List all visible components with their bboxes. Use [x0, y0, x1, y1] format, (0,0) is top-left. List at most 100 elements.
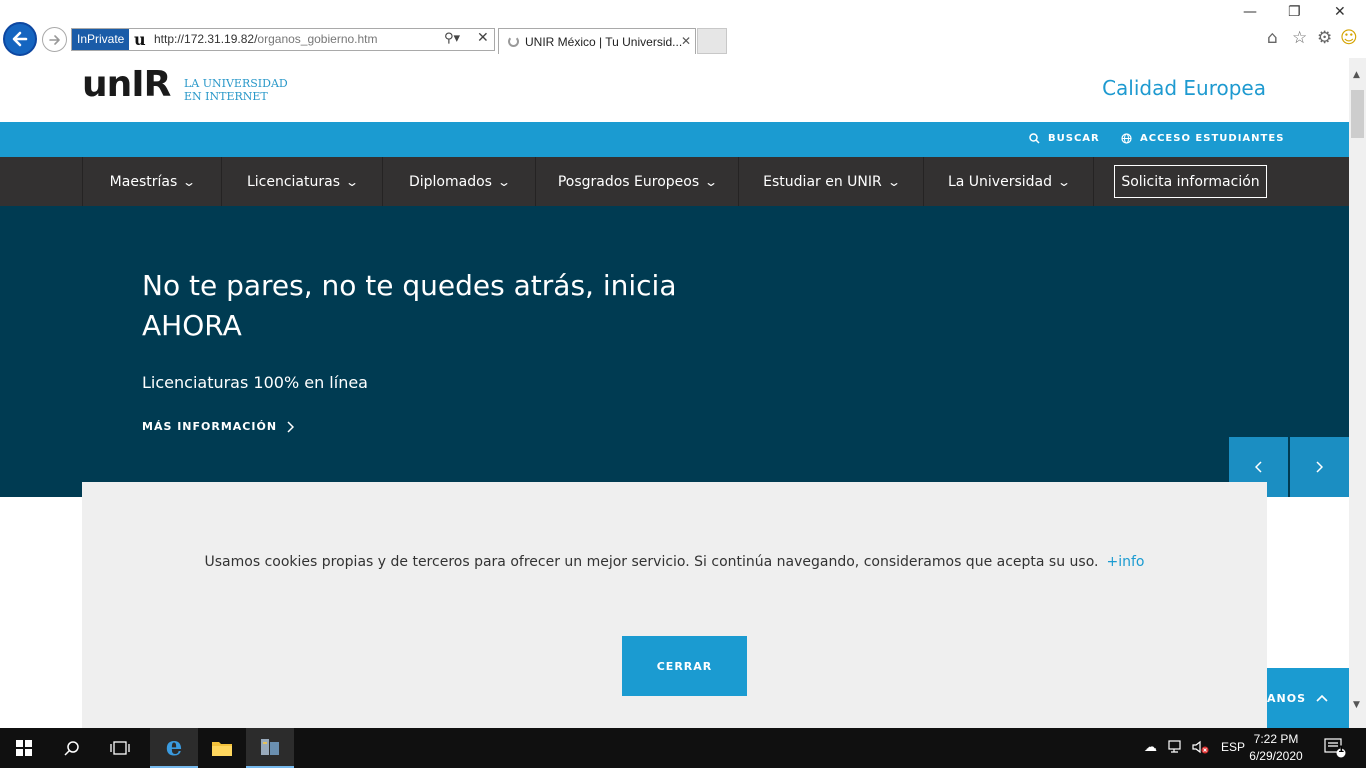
- floating-collapse-button[interactable]: ANOS: [1267, 668, 1349, 728]
- scroll-down-icon[interactable]: ▼: [1353, 700, 1360, 710]
- site-favicon-icon: u: [134, 30, 146, 49]
- nav-item-label: Posgrados Europeos: [557, 173, 700, 190]
- action-center-button[interactable]: 1: [1324, 738, 1346, 762]
- scroll-up-icon[interactable]: ▲: [1353, 70, 1360, 80]
- cookie-text: Usamos cookies propias y de terceros par…: [204, 554, 1099, 570]
- url-text[interactable]: http://172.31.19.82/organos_gobierno.htm: [154, 32, 378, 47]
- nav-item-diplomados[interactable]: Diplomados ⌄: [382, 157, 535, 206]
- tab-title: UNIR México | Tu Universid...: [525, 35, 683, 49]
- chevron-right-icon: [1316, 461, 1323, 473]
- favorites-star-icon[interactable]: ☆: [1292, 28, 1307, 48]
- web-page: unIR LA UNIVERSIDAD EN INTERNET Calidad …: [0, 58, 1349, 728]
- top-utility-bar: BUSCAR ACCESO ESTUDIANTES: [0, 122, 1349, 157]
- student-access-link[interactable]: ACCESO ESTUDIANTES: [1121, 133, 1284, 144]
- loading-spinner-icon: [508, 36, 519, 47]
- task-view-icon: [110, 741, 130, 755]
- search-button[interactable]: [48, 728, 96, 768]
- search-label: BUSCAR: [1048, 133, 1100, 144]
- chevron-down-icon: ⌄: [1056, 174, 1072, 189]
- tagline-line-1: LA UNIVERSIDAD: [184, 77, 288, 90]
- search-icon: [1029, 133, 1040, 144]
- chevron-down-icon: ⌄: [496, 174, 512, 189]
- request-info-button[interactable]: Solicita información: [1114, 165, 1267, 198]
- nav-item-posgrados[interactable]: Posgrados Europeos ⌄: [535, 157, 738, 206]
- nav-item-label: La Universidad: [947, 173, 1052, 190]
- restore-button[interactable]: ❐: [1288, 4, 1301, 20]
- scrollbar-thumb[interactable]: [1351, 90, 1364, 138]
- clock-date: 6/29/2020: [1249, 749, 1303, 763]
- browser-tab[interactable]: UNIR México | Tu Universid... ✕: [498, 28, 696, 54]
- settings-gear-icon[interactable]: ⚙: [1317, 28, 1332, 48]
- logo-tagline: LA UNIVERSIDAD EN INTERNET: [184, 77, 288, 103]
- smiley-feedback-icon[interactable]: ☺: [1340, 28, 1358, 48]
- inprivate-badge: InPrivate: [72, 29, 130, 50]
- nav-item-maestrias[interactable]: Maestrías ⌄: [82, 157, 221, 206]
- search-link[interactable]: BUSCAR: [1029, 133, 1100, 144]
- onedrive-cloud-icon[interactable]: ☁: [1144, 740, 1157, 755]
- taskbar-internet-explorer[interactable]: e: [150, 728, 198, 768]
- network-icon[interactable]: [1168, 740, 1184, 758]
- url-host: http://172.31.19.82/: [154, 32, 258, 46]
- cookie-close-button[interactable]: CERRAR: [622, 636, 747, 696]
- windows-taskbar: e ☁ ESP 7:22 PM 6/29/2020 1: [0, 728, 1366, 768]
- calidad-europea-label: Calidad Europea: [1102, 76, 1266, 100]
- taskbar-file-explorer[interactable]: [198, 728, 246, 768]
- cookie-banner: Usamos cookies propias y de terceros par…: [82, 482, 1267, 728]
- chevron-down-icon: ⌄: [886, 174, 901, 189]
- internet-explorer-icon: e: [165, 732, 183, 762]
- task-view-button[interactable]: [96, 728, 144, 768]
- student-access-label: ACCESO ESTUDIANTES: [1140, 133, 1285, 144]
- tagline-line-2: EN INTERNET: [184, 90, 268, 103]
- address-bar[interactable]: InPrivate u http://172.31.19.82/organos_…: [71, 28, 495, 51]
- chevron-down-icon: ⌄: [182, 174, 197, 189]
- arrow-left-icon: [12, 31, 28, 47]
- url-path: organos_gobierno.htm: [257, 32, 378, 46]
- search-icon: [64, 741, 79, 756]
- main-navigation: Maestrías ⌄ Licenciaturas ⌄ Diplomados ⌄ Po…: [0, 157, 1349, 206]
- page-scrollbar[interactable]: ▲ ▼: [1349, 58, 1366, 728]
- windows-logo-icon: [16, 740, 32, 756]
- hero-title: No te pares, no te quedes atrás, inicia …: [142, 269, 677, 342]
- more-info-link[interactable]: MÁS INFORMACIÓN: [142, 420, 295, 433]
- nav-item-label: Estudiar en UNIR: [763, 173, 882, 190]
- back-button[interactable]: [3, 22, 37, 56]
- forward-button[interactable]: [42, 27, 67, 52]
- new-tab-button[interactable]: [697, 28, 727, 54]
- chevron-down-icon: ⌄: [704, 174, 719, 189]
- more-info-label: MÁS INFORMACIÓN: [142, 420, 278, 433]
- nav-item-universidad[interactable]: La Universidad ⌄: [923, 157, 1094, 206]
- browser-chrome: InPrivate u http://172.31.19.82/organos_…: [0, 0, 1366, 58]
- unir-logo[interactable]: unIR: [82, 64, 171, 105]
- clock-time: 7:22 PM: [1253, 732, 1299, 746]
- nav-item-label: Licenciaturas: [246, 173, 340, 190]
- taskbar-clock[interactable]: 7:22 PM 6/29/2020: [1244, 731, 1308, 765]
- hero-banner: No te pares, no te quedes atrás, inicia …: [0, 206, 1349, 497]
- nav-item-label: Diplomados: [408, 173, 492, 190]
- taskbar-server-manager[interactable]: [246, 728, 294, 768]
- cookie-info-link[interactable]: +info: [1106, 554, 1144, 570]
- server-manager-icon: [261, 739, 279, 755]
- close-window-button[interactable]: ✕: [1334, 4, 1346, 20]
- chevron-left-icon: [1255, 461, 1262, 473]
- nav-item-label: Maestrías: [109, 173, 178, 190]
- volume-muted-icon[interactable]: [1192, 740, 1210, 758]
- tab-close-button[interactable]: ✕: [681, 34, 691, 48]
- start-button[interactable]: [0, 728, 48, 768]
- site-header: unIR LA UNIVERSIDAD EN INTERNET Calidad …: [0, 58, 1349, 122]
- slide-next-button[interactable]: [1290, 437, 1349, 497]
- language-indicator[interactable]: ESP: [1221, 740, 1245, 754]
- globe-icon: [1121, 133, 1132, 144]
- chevron-down-icon: ⌄: [344, 174, 360, 189]
- chevron-up-icon: [1316, 694, 1328, 702]
- stop-icon[interactable]: ✕: [477, 30, 489, 46]
- minimize-button[interactable]: —: [1243, 4, 1257, 20]
- home-icon[interactable]: ⌂: [1267, 28, 1278, 48]
- search-dropdown-icon[interactable]: ⚲▾: [444, 31, 460, 46]
- floating-label: ANOS: [1267, 691, 1306, 705]
- notification-count: 1: [1338, 745, 1345, 755]
- nav-item-estudiar[interactable]: Estudiar en UNIR ⌄: [738, 157, 923, 206]
- hero-subtitle: Licenciaturas 100% en línea: [142, 373, 368, 392]
- arrow-right-icon: [48, 34, 60, 45]
- cookie-message: Usamos cookies propias y de terceros par…: [82, 554, 1267, 570]
- nav-item-licenciaturas[interactable]: Licenciaturas ⌄: [221, 157, 382, 206]
